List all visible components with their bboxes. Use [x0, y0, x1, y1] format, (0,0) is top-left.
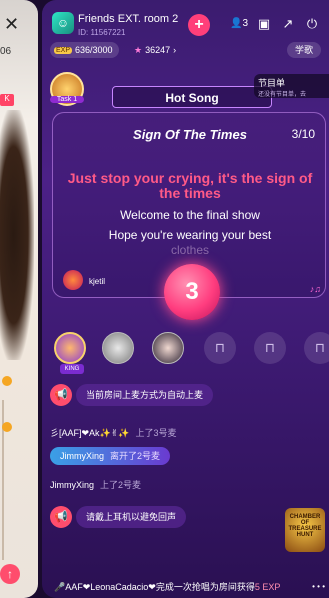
song-title: Sign Of The Times — [133, 127, 247, 142]
follow-room-button[interactable]: + — [188, 14, 210, 36]
mic-seats: KING ⊓ ⊓ ⊓ — [50, 332, 329, 376]
previous-room-badge-icon — [2, 422, 12, 432]
chat-username[interactable]: JimmyXing — [60, 451, 104, 461]
marquee-text: 🎤AAF❤LeonaCadacio❤完成一次抢唱为房间获得 — [54, 582, 255, 592]
chat-username[interactable]: 彡[AAF]❤Ak✨✌✨ — [50, 428, 130, 438]
king-badge: KING — [60, 364, 84, 374]
singer-name: kjetil — [89, 277, 106, 286]
system-message-text: 请戴上耳机以避免回声 — [76, 506, 187, 528]
room-id: ID: 11567221 — [78, 28, 126, 37]
empty-seat-icon[interactable]: ⊓ — [204, 332, 236, 364]
members-icon: 👤 — [230, 18, 243, 29]
previous-room-number: 06 — [0, 46, 12, 57]
chat-text: 离开了2号麦 — [110, 451, 161, 461]
previous-room-card[interactable]: ✕ 06 K ↑ — [0, 0, 38, 598]
previous-room-tag: K — [0, 94, 14, 106]
coin-value: 36247 — [145, 45, 171, 55]
exp-level-badge: EXP — [54, 46, 73, 54]
chat-message: 彡[AAF]❤Ak✨✌✨ 上了3号麦 — [50, 426, 177, 439]
empty-seat-icon[interactable]: ⊓ — [254, 332, 286, 364]
chat-text: 上了2号麦 — [100, 480, 142, 490]
previous-room-action-icon[interactable]: ↑ — [0, 564, 20, 584]
system-message: 📢 当前房间上麦方式为自动上麦 — [50, 384, 214, 406]
next-lyric: clothes — [170, 243, 210, 257]
room-header: ☺ Friends EXT. room 2 ID: 11567221 + 👤3 … — [42, 0, 329, 62]
chevron-right-icon: › — [173, 45, 177, 55]
singer-avatar[interactable] — [63, 270, 83, 290]
room-title[interactable]: Friends EXT. room 2 — [78, 13, 178, 25]
share-icon[interactable]: ↗ — [280, 16, 296, 32]
song-progress: 3/10 — [291, 127, 315, 141]
chat-username[interactable]: JimmyXing — [50, 480, 94, 490]
mic-seat-1[interactable] — [102, 332, 134, 364]
treasure-hunt-button[interactable]: CHAMBER OF TREASURE HUNT — [285, 508, 325, 552]
room-avatar-icon[interactable]: ☺ — [52, 12, 74, 34]
host-seat[interactable] — [54, 332, 86, 364]
chat-text: 上了3号麦 — [135, 428, 177, 438]
broadcast-marquee: 🎤AAF❤LeonaCadacio❤完成一次抢唱为房间获得5 EXP — [54, 580, 329, 593]
member-count-value: 3 — [242, 18, 249, 29]
marquee-exp: 5 EXP — [254, 582, 281, 592]
system-message: 📢 请戴上耳机以避免回声 — [50, 506, 187, 528]
megaphone-icon: 📢 — [50, 384, 72, 406]
close-icon[interactable]: ✕ — [4, 14, 19, 35]
current-lyric: Just stop your crying, it's the sign of … — [67, 170, 313, 201]
countdown-timer: 3 — [164, 264, 220, 320]
inbox-icon[interactable]: ▣ — [256, 16, 272, 32]
playlist-panel[interactable]: 节目单 还没有节目单，去 — [254, 74, 329, 98]
empty-seat-icon[interactable]: ⊓ — [304, 332, 329, 364]
playlist-title: 节目单 — [258, 78, 286, 88]
system-message-text: 当前房间上麦方式为自动上麦 — [76, 384, 214, 406]
exit-icon[interactable]: ⏻ — [304, 16, 320, 32]
task-label: Task 1 — [50, 96, 84, 103]
next-lyric: Welcome to the final show — [120, 208, 260, 222]
chat-message: JimmyXing 上了2号麦 — [50, 478, 141, 491]
karaoke-room: ☺ Friends EXT. room 2 ID: 11567221 + 👤3 … — [42, 0, 329, 598]
previous-room-badge-icon — [2, 376, 12, 386]
star-icon: ★ — [134, 44, 143, 55]
mic-seat-2[interactable] — [152, 332, 184, 364]
playlist-subtitle: 还没有节目单，去 — [258, 92, 307, 98]
member-count[interactable]: 👤3 — [230, 18, 248, 29]
hot-song-tab[interactable]: Hot Song — [112, 86, 272, 108]
next-lyric: Hope you're wearing your best — [108, 228, 272, 242]
megaphone-icon: 📢 — [50, 506, 72, 528]
previous-room-photo — [0, 110, 34, 360]
room-coins[interactable]: ★ 36247 › — [128, 42, 182, 58]
join-notice: JimmyXing 离开了2号麦 — [50, 447, 171, 465]
music-note-icon: ♪♫ — [309, 284, 321, 294]
more-icon[interactable]: • • • — [312, 582, 325, 591]
learn-song-button[interactable]: 学歌 — [286, 42, 321, 58]
room-exp[interactable]: EXP 636/3000 — [50, 42, 119, 58]
exp-value: 636/3000 — [75, 45, 113, 55]
